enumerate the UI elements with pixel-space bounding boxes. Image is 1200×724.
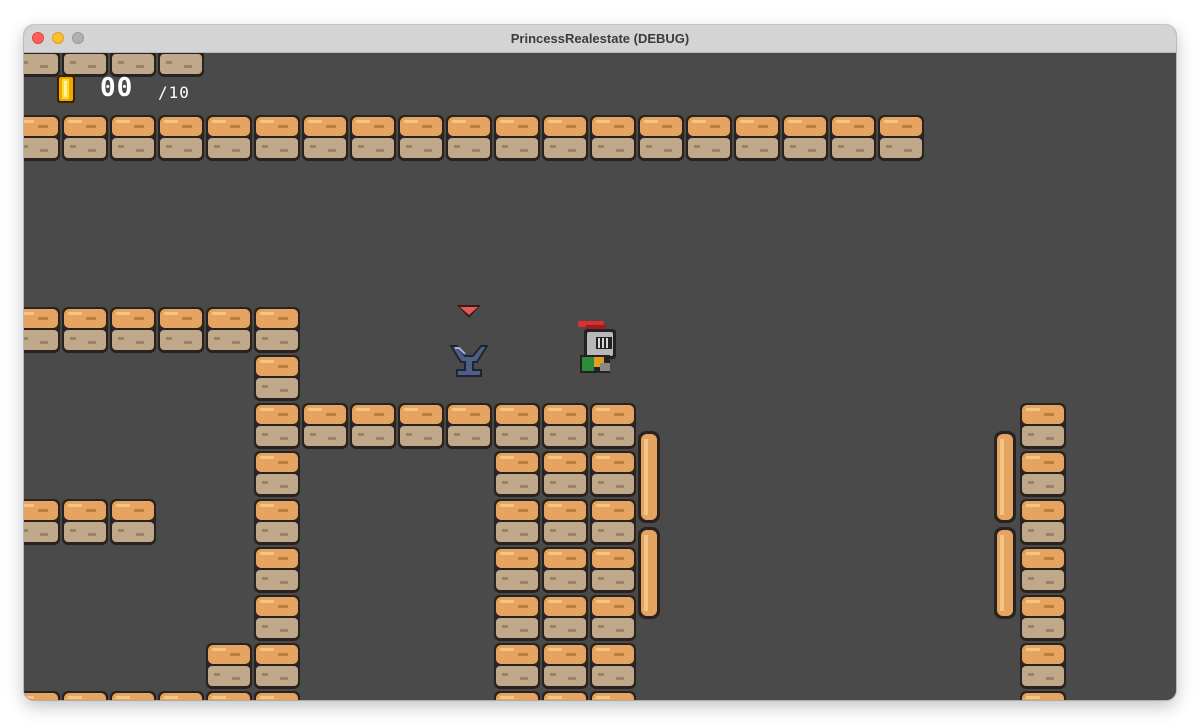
brick-tile <box>542 451 588 497</box>
brick-tile <box>494 547 540 593</box>
brick-tile <box>158 307 204 353</box>
brick-tile <box>590 115 636 161</box>
coin-total: /10 <box>158 83 190 102</box>
brick-tile <box>254 643 300 689</box>
brick-tile <box>494 643 540 689</box>
brick-tile <box>254 307 300 353</box>
knight-player[interactable] <box>576 319 620 375</box>
brick-tile <box>494 691 540 700</box>
brick-tile <box>24 53 60 77</box>
wall-post-tile <box>638 431 660 523</box>
brick-tile <box>158 53 204 77</box>
brick-tile <box>686 115 732 161</box>
brick-tile <box>1020 403 1066 449</box>
brick-tile <box>446 403 492 449</box>
brick-tile <box>638 115 684 161</box>
brick-tile <box>302 403 348 449</box>
gold-coin-icon <box>57 75 75 103</box>
brick-tile <box>24 499 60 545</box>
title-bar: PrincessRealestate (DEBUG) <box>24 25 1176 53</box>
brick-tile <box>110 307 156 353</box>
red-triangle-marker <box>457 305 481 318</box>
brick-tile <box>254 547 300 593</box>
window-title: PrincessRealestate (DEBUG) <box>510 31 690 46</box>
brick-tile <box>62 691 108 700</box>
brick-tile <box>734 115 780 161</box>
brick-tile <box>350 115 396 161</box>
brick-tile <box>542 595 588 641</box>
brick-tile <box>110 115 156 161</box>
brick-tile <box>1020 691 1066 700</box>
brick-tile <box>590 595 636 641</box>
brick-tile <box>542 643 588 689</box>
wall-post-tile <box>638 527 660 619</box>
brick-tile <box>62 115 108 161</box>
brick-tile <box>590 643 636 689</box>
brick-tile <box>158 691 204 700</box>
brick-tile <box>254 403 300 449</box>
brick-tile <box>254 691 300 700</box>
brick-tile <box>206 307 252 353</box>
brick-tile <box>206 115 252 161</box>
app-window: PrincessRealestate (DEBUG) 00 /10 <box>24 25 1176 700</box>
brick-tile <box>350 403 396 449</box>
brick-tile <box>302 115 348 161</box>
coin-counter: 00 <box>100 73 134 103</box>
brick-tile <box>590 547 636 593</box>
brick-tile <box>206 643 252 689</box>
brick-tile <box>254 595 300 641</box>
brick-tile <box>542 547 588 593</box>
brick-tile <box>254 451 300 497</box>
brick-tile <box>1020 451 1066 497</box>
brick-tile <box>1020 499 1066 545</box>
brick-tile <box>206 691 252 700</box>
brick-tile <box>24 115 60 161</box>
brick-tile <box>542 499 588 545</box>
brick-tile <box>1020 643 1066 689</box>
brick-tile <box>446 115 492 161</box>
brick-tile <box>62 307 108 353</box>
brick-tile <box>590 451 636 497</box>
brick-tile <box>830 115 876 161</box>
brick-tile <box>590 499 636 545</box>
brick-tile <box>398 403 444 449</box>
brick-tile <box>1020 595 1066 641</box>
brick-tile <box>110 499 156 545</box>
brick-tile <box>494 499 540 545</box>
brick-tile <box>590 691 636 700</box>
brick-tile <box>254 355 300 401</box>
brick-tile <box>542 403 588 449</box>
brick-tile <box>494 115 540 161</box>
brick-tile <box>158 115 204 161</box>
brick-tile <box>494 451 540 497</box>
brick-tile <box>542 115 588 161</box>
game-canvas[interactable]: 00 /10 <box>24 53 1176 700</box>
brick-tile <box>878 115 924 161</box>
brick-tile <box>782 115 828 161</box>
wall-post-tile <box>994 527 1016 619</box>
blue-pedestal <box>449 345 489 377</box>
brick-tile <box>494 595 540 641</box>
brick-tile <box>254 499 300 545</box>
brick-tile <box>590 403 636 449</box>
brick-tile <box>542 691 588 700</box>
brick-tile <box>110 691 156 700</box>
brick-tile <box>62 499 108 545</box>
level-tilemap <box>24 53 1066 700</box>
brick-tile <box>494 403 540 449</box>
brick-tile <box>398 115 444 161</box>
brick-tile <box>1020 547 1066 593</box>
wall-post-tile <box>994 431 1016 523</box>
brick-tile <box>24 691 60 700</box>
brick-tile <box>24 307 60 353</box>
brick-tile <box>254 115 300 161</box>
